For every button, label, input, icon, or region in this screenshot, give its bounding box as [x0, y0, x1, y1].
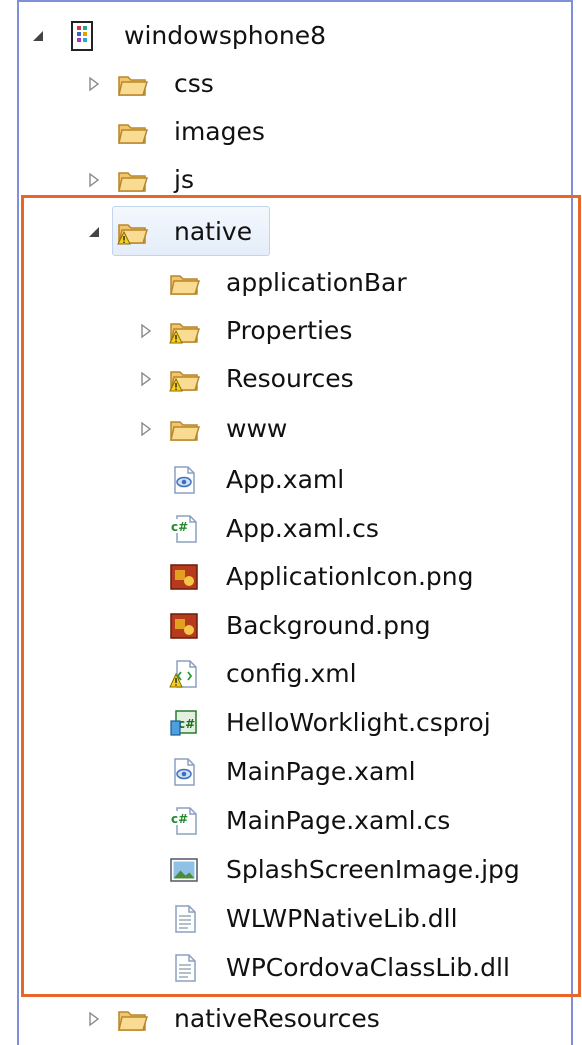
tree-item-label: MainPage.xaml	[226, 757, 416, 786]
tree-item-wlwpnativelib-dll[interactable]: WLWPNativeLib.dll	[138, 897, 560, 941]
project-icon	[71, 21, 93, 51]
collapsed-arrow-icon[interactable]	[138, 421, 154, 437]
tree-item-applicationbar[interactable]: applicationBar	[138, 261, 560, 305]
tree-item-nativeresources[interactable]: nativeResources	[86, 997, 560, 1041]
tree-root[interactable]: windowsphone8	[30, 14, 550, 58]
xaml-file-icon	[174, 758, 195, 786]
folder-icon	[118, 1011, 148, 1031]
tree-item-images[interactable]: images	[86, 110, 560, 154]
tree-item-wpcordovaclasslib-dll[interactable]: WPCordovaClassLib.dll	[138, 946, 560, 990]
tree-item-label: ApplicationIcon.png	[226, 562, 474, 591]
tree-item-label: css	[174, 69, 214, 98]
folder-warning-icon	[169, 323, 200, 344]
tree-item-config-xml[interactable]: config.xml	[138, 652, 560, 696]
folder-icon	[170, 275, 200, 295]
tree-item-www[interactable]: www	[138, 407, 560, 451]
tree-item-label: www	[226, 414, 288, 443]
expanded-arrow-icon[interactable]	[30, 28, 46, 44]
collapsed-arrow-icon[interactable]	[86, 1011, 102, 1027]
tree-item-label: Background.png	[226, 611, 431, 640]
folder-icon	[118, 172, 148, 192]
tree-item-splashscreenimage-jpg[interactable]: SplashScreenImage.jpg	[138, 848, 560, 892]
svg-text:c#: c#	[171, 812, 188, 826]
tree-item-resources[interactable]: Resources	[138, 357, 560, 401]
xaml-file-icon	[174, 466, 195, 494]
collapsed-arrow-icon[interactable]	[86, 76, 102, 92]
tree-item-label: App.xaml	[226, 465, 345, 494]
jpg-image-icon	[170, 858, 198, 882]
svg-text:c#: c#	[171, 520, 188, 534]
folder-icon	[170, 421, 200, 441]
tree-item-mainpage-xaml-cs[interactable]: c# MainPage.xaml.cs	[138, 799, 560, 843]
tree-item-app-xaml[interactable]: App.xaml	[138, 458, 560, 502]
xml-warning-icon	[169, 660, 197, 688]
collapsed-arrow-icon[interactable]	[138, 323, 154, 339]
csproj-icon: c#	[170, 710, 197, 736]
tree-item-helloworklight-csproj[interactable]: c# HelloWorklight.csproj	[138, 701, 560, 745]
png-image-icon	[170, 613, 198, 639]
tree-root-label: windowsphone8	[124, 21, 327, 50]
collapsed-arrow-icon[interactable]	[138, 371, 154, 387]
tree-item-label: MainPage.xaml.cs	[226, 806, 451, 835]
tree-item-background-png[interactable]: Background.png	[138, 604, 560, 648]
tree-item-label: nativeResources	[174, 1004, 380, 1033]
dll-file-icon	[175, 905, 196, 933]
folder-icon	[118, 124, 148, 144]
tree-item-label: Properties	[226, 316, 353, 345]
tree-item-label: HelloWorklight.csproj	[226, 708, 491, 737]
tree-item-css[interactable]: css	[86, 62, 560, 106]
tree-item-label: WLWPNativeLib.dll	[226, 904, 458, 933]
csharp-file-icon: c#	[170, 807, 197, 835]
tree-item-label: Resources	[226, 364, 354, 393]
tree-item-label: js	[174, 165, 194, 194]
folder-icon	[118, 76, 148, 96]
folder-warning-icon	[169, 371, 200, 392]
csharp-file-icon: c#	[170, 515, 197, 543]
tree-item-label: native	[174, 217, 253, 246]
collapsed-arrow-icon[interactable]	[86, 172, 102, 188]
tree-item-label: App.xaml.cs	[226, 514, 379, 543]
tree-item-js[interactable]: js	[86, 158, 560, 202]
tree-item-properties[interactable]: Properties	[138, 309, 560, 353]
tree-item-applicationicon-png[interactable]: ApplicationIcon.png	[138, 555, 560, 599]
tree-item-label: images	[174, 117, 265, 146]
tree-item-mainpage-xaml[interactable]: MainPage.xaml	[138, 750, 560, 794]
tree-item-label: applicationBar	[226, 268, 407, 297]
tree-item-label: WPCordovaClassLib.dll	[226, 953, 510, 982]
tree-item-label: SplashScreenImage.jpg	[226, 855, 520, 884]
expanded-arrow-icon[interactable]	[86, 224, 102, 240]
dll-file-icon	[175, 954, 196, 982]
tree-item-label: config.xml	[226, 659, 357, 688]
folder-warning-icon	[117, 224, 148, 245]
tree-item-app-xaml-cs[interactable]: c# App.xaml.cs	[138, 507, 560, 551]
png-image-icon	[170, 564, 198, 590]
tree-item-native[interactable]: native	[86, 210, 560, 254]
